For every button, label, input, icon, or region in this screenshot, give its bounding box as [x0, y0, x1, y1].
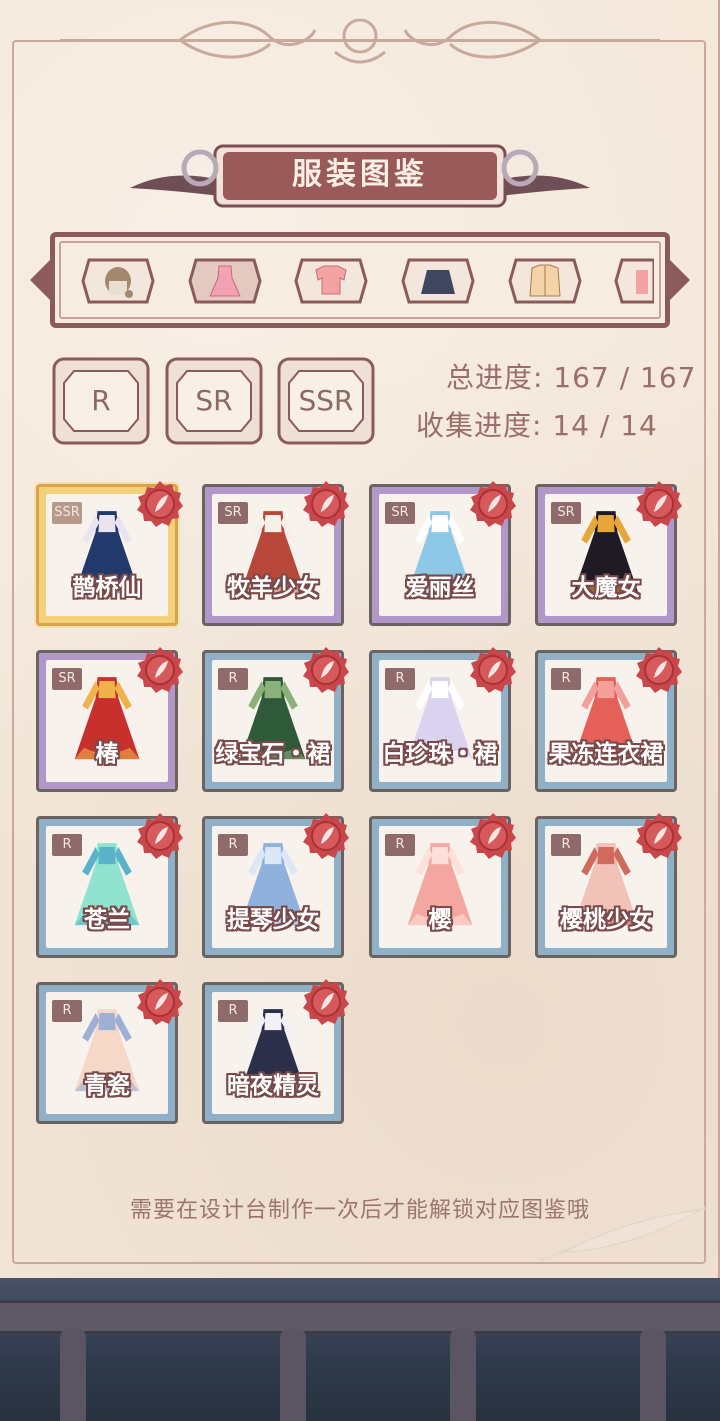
wax-seal-feather-icon [303, 813, 349, 859]
outfit-card[interactable]: R 提琴少女 [202, 813, 349, 958]
outfit-name: 椿 [95, 741, 119, 767]
category-skirt-tab[interactable] [401, 256, 475, 306]
rarity-badge: R [218, 834, 248, 856]
page-title: 服装图鉴 [292, 157, 428, 192]
outfit-name: 鹊桥仙 [72, 575, 142, 601]
rarity-badge: SSR [52, 502, 82, 524]
total-progress-label: 总进度: [446, 361, 544, 394]
category-hair-tab[interactable] [81, 256, 155, 306]
outfit-name: 樱 [428, 907, 452, 933]
outfit-card[interactable]: R樱 [369, 813, 516, 958]
wax-seal-feather-icon [137, 481, 183, 527]
wax-seal-feather-icon [470, 647, 516, 693]
quill-decoration-icon [539, 1206, 706, 1262]
outfit-name: 白珍珠・裙 [382, 741, 498, 767]
rarity-badge: SR [218, 502, 248, 524]
total-progress: 总进度: 167 / 167 [446, 356, 696, 396]
rarity-badge: R [52, 834, 82, 856]
total-progress-value: 167 / 167 [553, 361, 697, 394]
scroll-left-arrow-icon[interactable] [30, 258, 52, 302]
wax-seal-feather-icon [303, 481, 349, 527]
outfit-name: 樱桃少女 [560, 907, 652, 933]
wax-seal-feather-icon [137, 647, 183, 693]
background-scene [0, 1270, 720, 1421]
collect-progress-label: 收集进度: [416, 409, 543, 442]
wax-seal-feather-icon [636, 647, 682, 693]
collect-progress: 收集进度: 14 / 14 [416, 404, 658, 444]
rarity-badge: R [385, 834, 415, 856]
outfit-name: 苍兰 [84, 907, 130, 933]
outfit-card[interactable]: R 白珍珠・裙 [369, 647, 516, 792]
outfit-card[interactable]: SSR 鹊桥仙 [36, 481, 183, 626]
outfit-card[interactable]: R 青瓷 [36, 979, 183, 1124]
wax-seal-feather-icon [636, 481, 682, 527]
pillar [450, 1328, 476, 1421]
rarity-badge: R [218, 1000, 248, 1022]
collection-panel: 服装图鉴 R SR SSR 总进度: 167 / 167 收集进度: 14 / … [0, 0, 720, 1278]
wax-seal-feather-icon [137, 979, 183, 1025]
rarity-badge: R [52, 1000, 82, 1022]
rarity-badge: SR [385, 502, 415, 524]
pillar [280, 1328, 306, 1421]
rarity-r-label: R [91, 384, 111, 417]
outfit-name: 暗夜精灵 [227, 1073, 319, 1099]
category-top-tab[interactable] [294, 256, 368, 306]
category-accessory-tab[interactable] [614, 256, 654, 306]
rarity-badge: R [218, 668, 248, 690]
outfit-card[interactable]: R 暗夜精灵 [202, 979, 349, 1124]
wax-seal-feather-icon [137, 813, 183, 859]
outfit-card[interactable]: SR 椿 [36, 647, 183, 792]
outfit-name: 爱丽丝 [405, 575, 475, 601]
wax-seal-feather-icon [303, 647, 349, 693]
category-dress-tab[interactable] [188, 256, 262, 306]
outfit-name: 青瓷 [84, 1073, 130, 1099]
outfit-name: 果冻连衣裙 [548, 741, 664, 767]
outfit-name: 牧羊少女 [227, 575, 319, 601]
rarity-badge: R [551, 834, 581, 856]
jacket-icon [529, 264, 561, 297]
accessory-icon [636, 270, 648, 294]
pillar [60, 1328, 86, 1421]
pillar [640, 1328, 666, 1421]
outfit-card[interactable]: SR 牧羊少女 [202, 481, 349, 626]
wax-seal-feather-icon [636, 813, 682, 859]
outfit-card[interactable]: R 果冻连衣裙 [535, 647, 682, 792]
category-jacket-tab[interactable] [508, 256, 582, 306]
outfit-name: 绿宝石・裙 [215, 741, 331, 767]
wooden-beam [0, 1300, 720, 1334]
rarity-ssr-label: SSR [298, 384, 354, 417]
rarity-badge: R [551, 668, 581, 690]
outfit-card[interactable]: R 绿宝石・裙 [202, 647, 349, 792]
outfit-card[interactable]: R 樱桃少女 [535, 813, 682, 958]
outfit-name: 大魔女 [571, 575, 641, 601]
ornament-header-icon [60, 18, 660, 64]
skirt-icon [421, 270, 455, 294]
rarity-badge: SR [52, 668, 82, 690]
outfit-card[interactable]: R 苍兰 [36, 813, 183, 958]
outfit-name: 提琴少女 [227, 907, 319, 933]
rarity-badge: R [385, 668, 415, 690]
outfit-card[interactable]: SR 大魔女 [535, 481, 682, 626]
collect-progress-value: 14 / 14 [552, 409, 658, 442]
scroll-right-arrow-icon[interactable] [668, 258, 690, 302]
wax-seal-feather-icon [470, 813, 516, 859]
wax-seal-feather-icon [470, 481, 516, 527]
outfit-card[interactable]: SR 爱丽丝 [369, 481, 516, 626]
wax-seal-feather-icon [303, 979, 349, 1025]
rarity-badge: SR [551, 502, 581, 524]
rarity-sr-label: SR [195, 384, 233, 417]
